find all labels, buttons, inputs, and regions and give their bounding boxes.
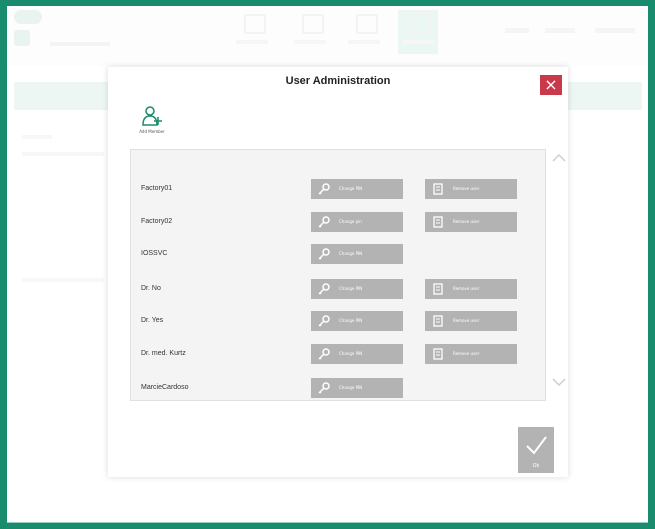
key-icon: [318, 348, 330, 360]
chevron-up-icon[interactable]: [552, 153, 566, 163]
close-button[interactable]: ×: [540, 75, 562, 95]
user-name: MarcieCardoso: [141, 384, 189, 391]
user-row: Dr. med. Kurtz Change PIN Remove user: [131, 344, 545, 366]
user-row: Factory02 Change pin Remove user: [131, 212, 545, 234]
dialog-title: User Administration: [285, 75, 391, 87]
change-pin-button[interactable]: Change PIN: [311, 344, 403, 364]
key-icon: [318, 248, 330, 260]
user-row: Factory01 Change PIN Remove user: [131, 179, 545, 201]
remove-user-button[interactable]: Remove user: [425, 212, 517, 232]
change-pin-label: Change pin: [339, 219, 362, 224]
remove-user-label: Remove user: [453, 219, 480, 224]
remove-user-label: Remove user: [453, 351, 480, 356]
remove-user-icon: [433, 216, 443, 228]
user-list[interactable]: Factory01 Change PIN Remove user Factory…: [130, 149, 546, 401]
change-pin-button[interactable]: Change PIN: [311, 311, 403, 331]
ok-label: Ok: [532, 463, 540, 469]
remove-user-button[interactable]: Remove user: [425, 279, 517, 299]
user-name: Dr. No: [141, 285, 161, 292]
key-icon: [318, 315, 330, 327]
ok-button[interactable]: Ok: [518, 427, 554, 473]
remove-user-icon: [433, 315, 443, 327]
remove-user-button[interactable]: Remove user: [425, 311, 517, 331]
change-pin-button[interactable]: Change PIN: [311, 378, 403, 398]
change-pin-button[interactable]: Change pin: [311, 212, 403, 232]
remove-user-icon: [433, 283, 443, 295]
user-name: IOSSVC: [141, 250, 168, 257]
change-pin-label: Change PIN: [339, 385, 363, 390]
user-row: MarcieCardoso Change PIN: [131, 378, 545, 400]
remove-user-label: Remove user: [453, 286, 480, 291]
key-icon: [318, 183, 330, 195]
checkmark-icon: [526, 436, 547, 455]
change-pin-label: Change PIN: [339, 186, 363, 191]
change-pin-button[interactable]: Change PIN: [311, 244, 403, 264]
key-icon: [318, 283, 330, 295]
remove-user-label: Remove user: [453, 318, 480, 323]
change-pin-label: Change PIN: [339, 351, 363, 356]
change-pin-label: Change PIN: [339, 251, 363, 256]
user-name: Factory01: [141, 185, 173, 192]
key-icon: [318, 216, 330, 228]
close-icon: ×: [544, 75, 558, 94]
remove-user-button[interactable]: Remove user: [425, 179, 517, 199]
change-pin-button[interactable]: Change PIN: [311, 179, 403, 199]
remove-user-icon: [433, 183, 443, 195]
remove-user-icon: [433, 348, 443, 360]
change-pin-button[interactable]: Change PIN: [311, 279, 403, 299]
user-row: Dr. Yes Change PIN Remove user: [131, 311, 545, 333]
key-icon: [318, 382, 330, 394]
user-name: Factory02: [141, 218, 173, 225]
add-member-label: Add Member: [139, 129, 165, 134]
user-name: Dr. med. Kurtz: [141, 350, 186, 357]
remove-user-button[interactable]: Remove user: [425, 344, 517, 364]
change-pin-label: Change PIN: [339, 318, 363, 323]
add-member-button[interactable]: Add Member: [130, 105, 174, 141]
remove-user-label: Remove user: [453, 186, 480, 191]
user-row: Dr. No Change PIN Remove user: [131, 279, 545, 301]
add-member-icon: [142, 106, 162, 126]
change-pin-label: Change PIN: [339, 286, 363, 291]
user-name: Dr. Yes: [141, 317, 164, 324]
chevron-down-icon[interactable]: [552, 377, 566, 387]
user-row: IOSSVC Change PIN: [131, 244, 545, 266]
user-admin-dialog: User Administration × Add Member Factory…: [108, 67, 568, 477]
